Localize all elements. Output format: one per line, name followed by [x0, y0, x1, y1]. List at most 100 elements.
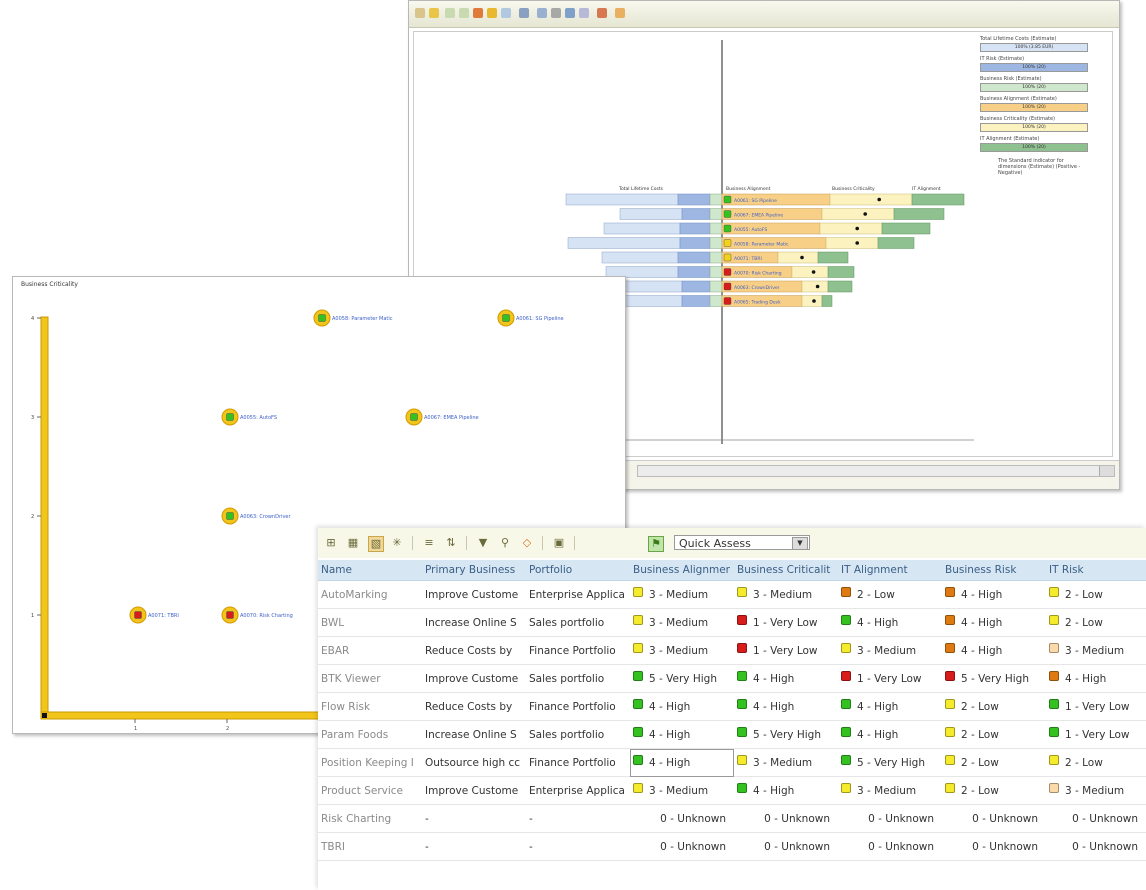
table-row[interactable]: Param Foods Increase Online S Sales portfo…	[318, 720, 1146, 749]
rating-cell[interactable]: 0 - Unknown	[942, 832, 1046, 861]
rating-cell[interactable]: 2 - Low	[1046, 748, 1146, 777]
zoom-in-icon[interactable]	[445, 8, 455, 18]
column-header[interactable]: Business Risk	[942, 560, 1046, 581]
rating-cell[interactable]: 1 - Very Low	[1046, 692, 1146, 721]
column-header[interactable]: Portfolio	[526, 560, 630, 581]
rating-cell[interactable]: 1 - Very Low	[734, 608, 838, 637]
application-name-cell[interactable]: Risk Charting	[318, 804, 422, 833]
primary-business-cell[interactable]: -	[422, 832, 526, 861]
chart-view-icon[interactable]: ▧	[368, 536, 384, 552]
rating-cell[interactable]: 0 - Unknown	[630, 804, 734, 833]
rating-cell[interactable]: 0 - Unknown	[1046, 832, 1146, 861]
rating-cell[interactable]: 5 - Very High	[734, 720, 838, 749]
portfolio-cell[interactable]: Enterprise Applica	[526, 776, 630, 805]
portfolio-cell[interactable]: Enterprise Applica	[526, 580, 630, 609]
rating-cell[interactable]: 0 - Unknown	[838, 804, 942, 833]
primary-business-cell[interactable]: Increase Online S	[422, 720, 526, 749]
application-name-cell[interactable]: Product Service	[318, 776, 422, 805]
rating-cell[interactable]: 2 - Low	[942, 776, 1046, 805]
table-row[interactable]: TBRI - -0 - Unknown 0 - Unknown 0 - Unknown 0…	[318, 832, 1146, 861]
portfolio-cell[interactable]: Finance Portfolio	[526, 748, 630, 777]
grid-icon[interactable]	[519, 8, 529, 18]
rating-cell[interactable]: 1 - Very Low	[1046, 720, 1146, 749]
table-row[interactable]: BTK Viewer Improve Custome Sales portfolio…	[318, 664, 1146, 693]
primary-business-cell[interactable]: -	[422, 804, 526, 833]
column-header[interactable]: Primary Business	[422, 560, 526, 581]
copy-icon[interactable]	[579, 8, 589, 18]
report-icon[interactable]: ▣	[552, 536, 566, 550]
column-header[interactable]: Business Alignmer	[630, 560, 734, 581]
primary-business-cell[interactable]: Reduce Costs by	[422, 636, 526, 665]
rating-cell[interactable]: 2 - Low	[942, 692, 1046, 721]
application-name-cell[interactable]: Flow Risk	[318, 692, 422, 721]
rating-cell[interactable]: 1 - Very Low	[734, 636, 838, 665]
rating-cell[interactable]: 4 - High	[942, 608, 1046, 637]
rating-cell[interactable]: 4 - High	[734, 664, 838, 693]
chart-type-icon[interactable]	[597, 8, 607, 18]
search-icon[interactable]: ⚲	[498, 536, 512, 550]
rating-cell[interactable]: 0 - Unknown	[838, 832, 942, 861]
application-name-cell[interactable]: BTK Viewer	[318, 664, 422, 693]
rating-cell[interactable]: 5 - Very High	[630, 664, 734, 693]
primary-business-cell[interactable]: Outsource high cc	[422, 748, 526, 777]
column-header[interactable]: IT Risk	[1046, 560, 1146, 581]
portfolio-cell[interactable]: Sales portfolio	[526, 664, 630, 693]
primary-business-cell[interactable]: Increase Online S	[422, 608, 526, 637]
table-row[interactable]: AutoMarking Improve Custome Enterprise App…	[318, 580, 1146, 609]
column-header[interactable]: Business Criticalit	[734, 560, 838, 581]
rating-cell[interactable]: 2 - Low	[942, 748, 1046, 777]
application-name-cell[interactable]: BWL	[318, 608, 422, 637]
primary-business-cell[interactable]: Improve Custome	[422, 580, 526, 609]
sort-icon[interactable]: ⇅	[444, 536, 458, 550]
rating-cell[interactable]: 0 - Unknown	[1046, 804, 1146, 833]
horizontal-scrollbar[interactable]	[637, 465, 1115, 477]
rating-cell[interactable]: 1 - Very Low	[838, 664, 942, 693]
rating-cell[interactable]: 3 - Medium	[630, 776, 734, 805]
align-left-icon[interactable]: ≡	[422, 536, 436, 550]
rating-cell[interactable]: 3 - Medium	[630, 580, 734, 609]
rating-cell[interactable]: 4 - High	[942, 580, 1046, 609]
application-name-cell[interactable]: EBAR	[318, 636, 422, 665]
application-name-cell[interactable]: Position Keeping I	[318, 748, 422, 777]
save-icon[interactable]	[537, 8, 547, 18]
view-select-dropdown[interactable]: Quick Assess ▼	[674, 535, 810, 550]
table-row[interactable]: BWL Increase Online S Sales portfolio 3 - M…	[318, 608, 1146, 637]
rating-cell[interactable]: 0 - Unknown	[630, 832, 734, 861]
chevron-down-icon[interactable]: ▼	[792, 537, 808, 550]
table-row[interactable]: Product Service Improve Custome Enterprise…	[318, 776, 1146, 805]
rating-cell[interactable]: 3 - Medium	[734, 748, 838, 777]
rating-cell[interactable]: 3 - Medium	[734, 580, 838, 609]
scroll-right-button[interactable]	[1099, 466, 1114, 476]
rating-cell[interactable]: 4 - High	[942, 636, 1046, 665]
rating-cell[interactable]: 4 - High	[630, 692, 734, 721]
print-icon[interactable]	[551, 8, 561, 18]
column-header[interactable]: IT Alignment	[838, 560, 942, 581]
application-name-cell[interactable]: TBRI	[318, 832, 422, 861]
rating-cell[interactable]: 4 - High	[838, 720, 942, 749]
portfolio-cell[interactable]: -	[526, 832, 630, 861]
rating-cell[interactable]: 0 - Unknown	[734, 832, 838, 861]
rating-cell[interactable]: 3 - Medium	[1046, 776, 1146, 805]
filter-icon[interactable]: ▼	[476, 536, 490, 550]
primary-business-cell[interactable]: Improve Custome	[422, 776, 526, 805]
assess-icon[interactable]: ⚑	[648, 536, 664, 552]
rating-cell[interactable]: 4 - High	[630, 748, 734, 777]
rating-cell[interactable]: 3 - Medium	[1046, 636, 1146, 665]
zoom-out-icon[interactable]	[459, 8, 469, 18]
rating-cell[interactable]: 4 - High	[630, 720, 734, 749]
portfolio-cell[interactable]: Finance Portfolio	[526, 636, 630, 665]
portfolio-cell[interactable]: Finance Portfolio	[526, 692, 630, 721]
rating-cell[interactable]: 5 - Very High	[838, 748, 942, 777]
help-icon[interactable]	[615, 8, 625, 18]
rating-cell[interactable]: 3 - Medium	[838, 636, 942, 665]
table-row[interactable]: Position Keeping I Outsource high cc Finan…	[318, 748, 1146, 777]
primary-business-cell[interactable]: Reduce Costs by	[422, 692, 526, 721]
tree-view-icon[interactable]: ⊞	[324, 536, 338, 550]
rating-cell[interactable]: 3 - Medium	[838, 776, 942, 805]
rating-cell[interactable]: 3 - Medium	[630, 608, 734, 637]
diamond-icon[interactable]: ◇	[520, 536, 534, 550]
select-tool-icon[interactable]	[415, 8, 425, 18]
rating-cell[interactable]: 4 - High	[1046, 664, 1146, 693]
rating-cell[interactable]: 0 - Unknown	[734, 804, 838, 833]
table-row[interactable]: EBAR Reduce Costs by Finance Portfolio 3 - …	[318, 636, 1146, 665]
